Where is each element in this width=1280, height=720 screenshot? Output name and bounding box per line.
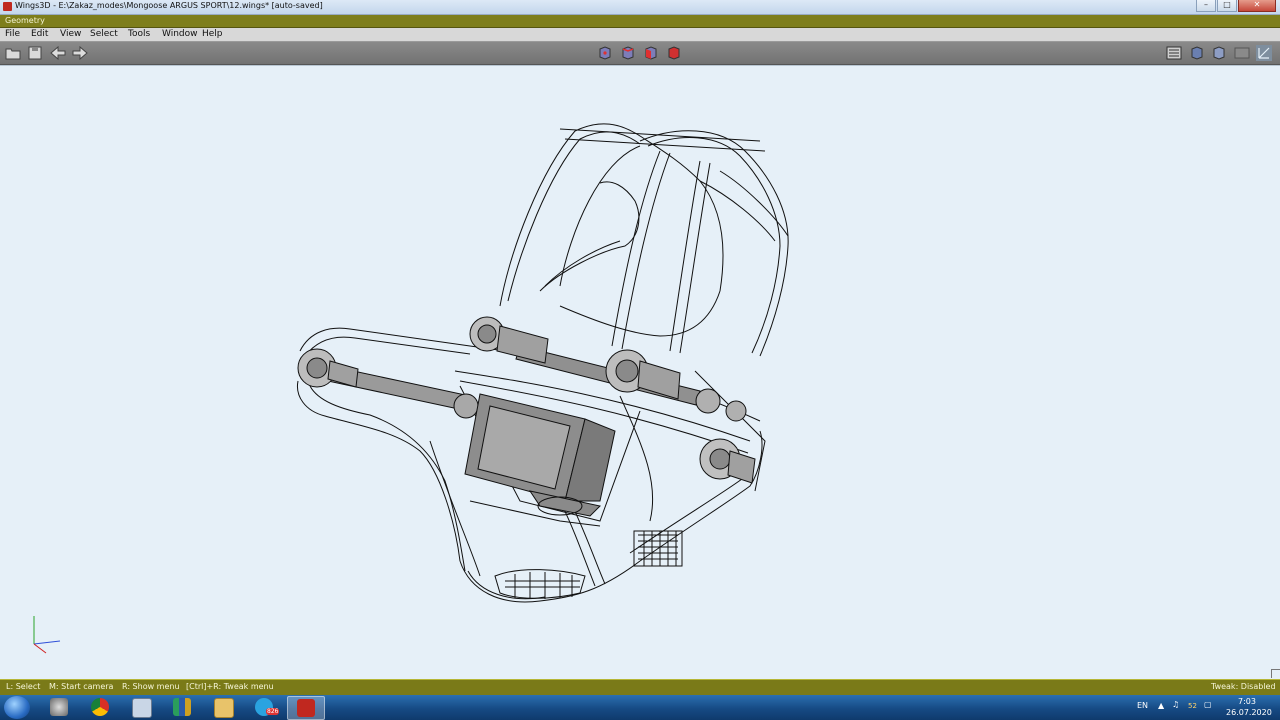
wings3d-app-icon [3, 2, 12, 11]
window-title: Wings3D - E:\Zakaz_modes\Mongoose ARGUS … [15, 1, 323, 10]
books-app-icon[interactable] [164, 696, 200, 718]
wireframe-model [33, 123, 789, 654]
tray-expand-icon[interactable]: ▲ [1158, 701, 1164, 710]
open-file-icon[interactable] [5, 45, 21, 61]
menu-tools[interactable]: Tools [128, 29, 150, 39]
geometry-window-bar: Geometry [0, 15, 1280, 28]
resize-grip[interactable] [1271, 669, 1280, 678]
hint-select: L: Select [6, 682, 41, 691]
menu-file[interactable]: File [5, 29, 20, 39]
hint-camera: M: Start camera [49, 682, 114, 691]
menu-edit[interactable]: Edit [31, 29, 48, 39]
status-bar: L: Select M: Start camera R: Show menu [… [0, 679, 1280, 695]
flat-shade-icon[interactable] [1211, 45, 1227, 61]
maximize-button[interactable]: □ [1217, 0, 1237, 12]
start-orb-icon[interactable] [4, 696, 30, 719]
geometry-viewport[interactable] [0, 65, 1280, 678]
toolbar [0, 42, 1280, 65]
geometry-label: Geometry [5, 16, 45, 25]
taskbar: 826 EN ▲ ♫ 52 ▢ 7:03 26.07.2020 [0, 695, 1280, 720]
edge-mode-icon[interactable] [620, 45, 636, 61]
clock-date[interactable]: 26.07.2020 [1226, 708, 1272, 717]
face-mode-icon[interactable] [643, 45, 659, 61]
action-center-icon[interactable]: ▢ [1204, 700, 1212, 709]
window-titlebar: Wings3D - E:\Zakaz_modes\Mongoose ARGUS … [0, 0, 1280, 15]
menu-select[interactable]: Select [90, 29, 118, 39]
search-app-icon[interactable] [41, 696, 77, 718]
explorer-folder-icon[interactable] [205, 696, 241, 718]
menu-window[interactable]: Window [162, 29, 198, 39]
window-controls: – □ ✕ [1195, 0, 1276, 12]
telegram-icon[interactable]: 826 [246, 696, 282, 718]
clock-time[interactable]: 7:03 [1238, 697, 1256, 706]
language-indicator[interactable]: EN [1137, 701, 1148, 710]
menu-view[interactable]: View [60, 29, 81, 39]
outliner-icon[interactable] [1166, 45, 1182, 61]
tray-counter: 52 [1188, 702, 1197, 710]
hint-menu: R: Show menu [122, 682, 180, 691]
wings3d-icon[interactable] [287, 696, 325, 720]
calculator-icon[interactable] [123, 696, 159, 718]
chrome-icon[interactable] [82, 696, 118, 718]
volume-icon[interactable]: ♫ [1172, 700, 1179, 709]
wireframe-icon[interactable] [1234, 45, 1250, 61]
minimize-button[interactable]: – [1196, 0, 1216, 12]
body-mode-icon[interactable] [666, 45, 682, 61]
axes-icon[interactable] [1256, 45, 1272, 61]
axis-gizmo [33, 616, 61, 654]
menu-help[interactable]: Help [202, 29, 223, 39]
menu-bar: File Edit View Select Tools Window Help [0, 28, 1280, 42]
smooth-shade-icon[interactable] [1189, 45, 1205, 61]
hint-tweak-menu: [Ctrl]+R: Tweak menu [186, 682, 274, 691]
close-button[interactable]: ✕ [1238, 0, 1276, 12]
save-file-icon[interactable] [27, 45, 43, 61]
redo-arrow-icon[interactable] [72, 45, 88, 61]
tweak-state: Tweak: Disabled [1211, 682, 1276, 691]
telegram-badge: 826 [266, 708, 280, 715]
undo-arrow-icon[interactable] [50, 45, 66, 61]
vertex-mode-icon[interactable] [597, 45, 613, 61]
